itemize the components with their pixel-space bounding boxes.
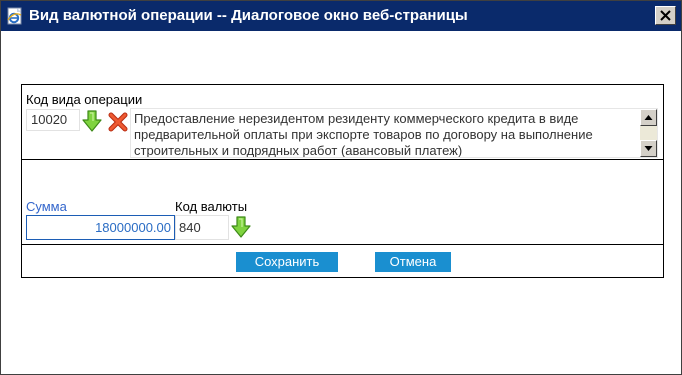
scroll-up-button[interactable] — [640, 109, 657, 126]
dialog-window: Вид валютной операции -- Диалоговое окно… — [0, 0, 682, 375]
operation-code-label: Код вида операции — [26, 92, 143, 107]
scroll-down-arrow-icon — [644, 146, 653, 151]
currency-code-label: Код валюты — [175, 199, 248, 214]
separator — [22, 159, 663, 160]
operation-description-text: Предоставление нерезидентом резиденту ко… — [134, 111, 593, 158]
description-scrollbar[interactable] — [640, 109, 657, 157]
operation-description-textarea[interactable]: Предоставление нерезидентом резиденту ко… — [130, 108, 658, 158]
amount-label: Сумма — [26, 199, 67, 214]
close-button[interactable] — [655, 6, 676, 25]
separator — [22, 244, 663, 245]
scroll-down-button[interactable] — [640, 140, 657, 157]
ie-page-icon — [6, 7, 24, 25]
green-down-arrow-icon[interactable] — [231, 216, 251, 243]
operation-form: Код вида операции 10020 Предоставление н… — [21, 84, 664, 278]
window-title: Вид валютной операции -- Диалоговое окно… — [29, 7, 468, 24]
scroll-up-arrow-icon — [644, 115, 653, 120]
currency-code-input[interactable]: 840 — [175, 215, 229, 240]
green-down-arrow-icon[interactable] — [82, 110, 102, 137]
close-icon — [660, 10, 671, 21]
title-bar[interactable]: Вид валютной операции -- Диалоговое окно… — [1, 1, 681, 31]
operation-code-input[interactable]: 10020 — [26, 109, 80, 131]
dialog-content: Код вида операции 10020 Предоставление н… — [3, 32, 679, 372]
save-button[interactable]: Сохранить — [236, 252, 338, 272]
cancel-button[interactable]: Отмена — [375, 252, 451, 272]
amount-input[interactable]: 18000000.00 — [26, 215, 175, 240]
red-x-icon[interactable] — [108, 112, 128, 137]
